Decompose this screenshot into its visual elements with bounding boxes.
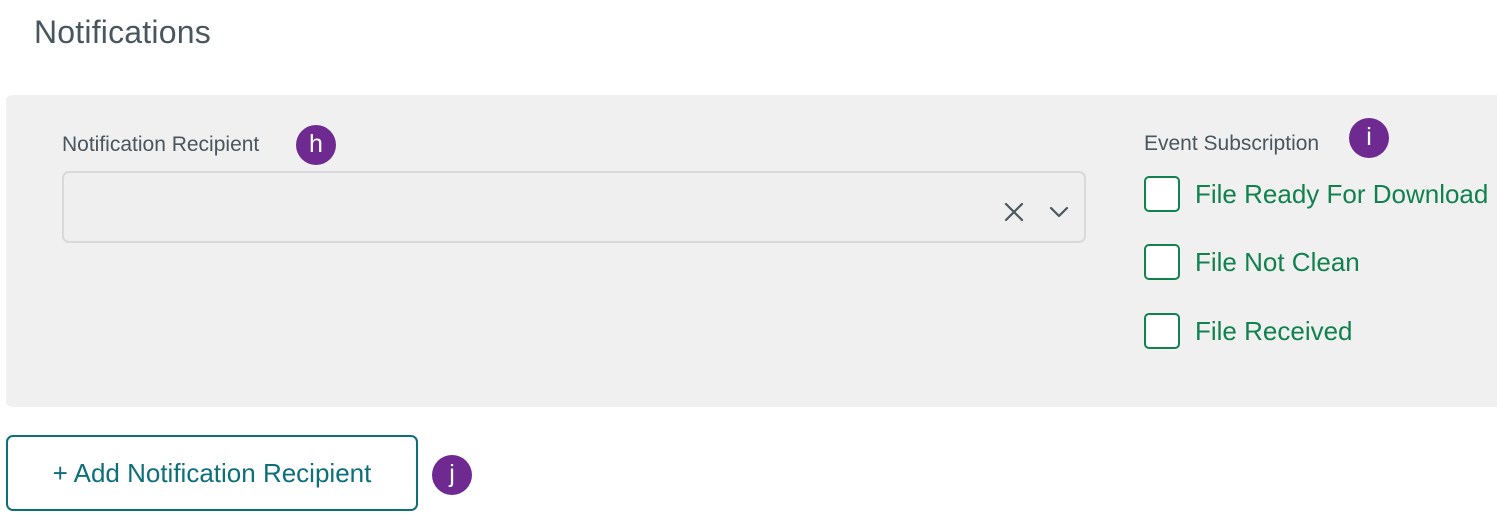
callout-badge-j: j — [432, 455, 472, 495]
callout-badge-h: h — [296, 125, 336, 165]
checkbox-label: File Received — [1195, 316, 1353, 346]
event-subscription-label: Event Subscription — [1144, 132, 1320, 155]
notification-recipient-select[interactable] — [62, 171, 1086, 243]
section-title: Notifications — [34, 14, 211, 50]
checkbox-file-ready-for-download[interactable] — [1144, 176, 1180, 212]
add-notification-recipient-button[interactable]: + Add Notification Recipient — [6, 435, 418, 511]
checkbox-file-received[interactable] — [1144, 313, 1180, 349]
close-icon[interactable] — [1002, 200, 1026, 224]
notifications-page: Notifications Notification Recipient h E… — [0, 0, 1497, 516]
chevron-down-icon[interactable] — [1046, 200, 1072, 224]
callout-badge-i: i — [1349, 118, 1389, 158]
checkbox-file-not-clean[interactable] — [1144, 244, 1180, 280]
checkbox-label: File Ready For Download — [1195, 179, 1489, 209]
notification-recipient-label: Notification Recipient — [62, 133, 260, 156]
checkbox-label: File Not Clean — [1195, 247, 1360, 277]
